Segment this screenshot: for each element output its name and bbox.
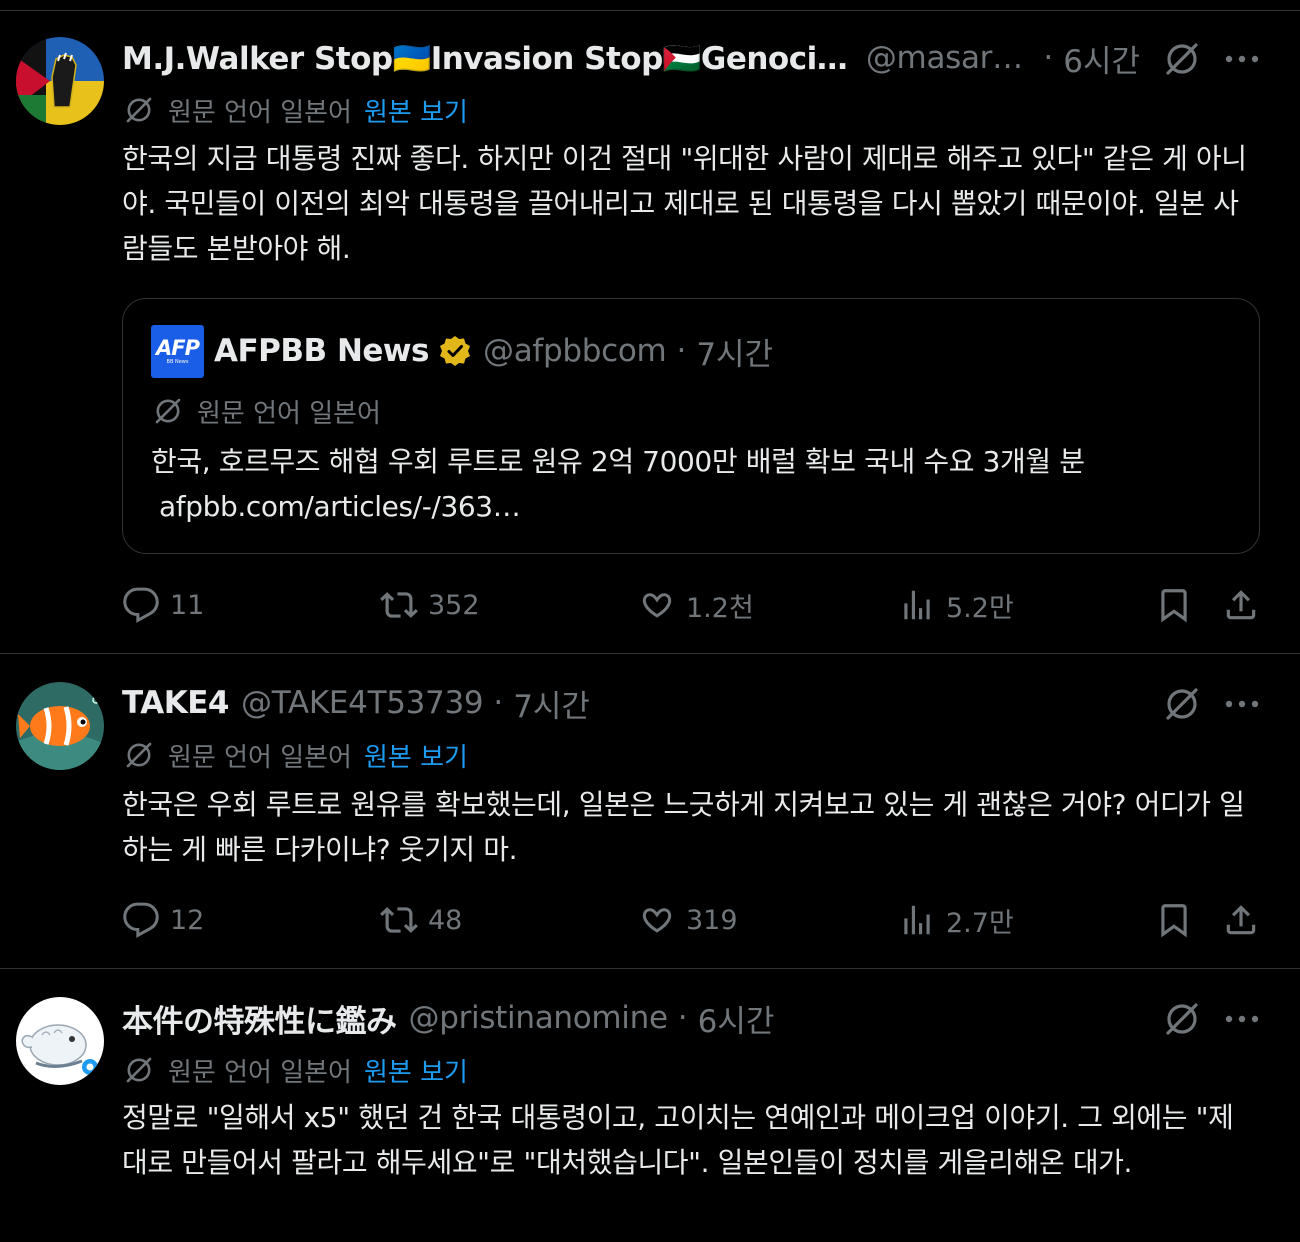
- translate-icon: [126, 1057, 152, 1083]
- show-original-link[interactable]: 원본 보기: [364, 92, 468, 129]
- timestamp[interactable]: 6시간: [698, 996, 775, 1041]
- quote-translation-note: 원문 언어 일본어: [151, 393, 381, 429]
- action-bar: 11 352 1.2천 5.2만: [122, 583, 1262, 627]
- reply-button[interactable]: 12: [122, 898, 204, 942]
- verified-badge-icon: [440, 336, 470, 366]
- avatar[interactable]: [16, 997, 104, 1085]
- tweet-2[interactable]: TAKE4 @TAKE4T53739 · 7시간 원문 언어 일본어 원본 보기…: [0, 655, 1300, 969]
- bookmark-icon: [1161, 589, 1187, 623]
- display-name[interactable]: 本件の特殊性に鑑み: [122, 996, 397, 1041]
- bookmark-icon: [1161, 904, 1187, 938]
- share-button[interactable]: [1219, 898, 1263, 942]
- reply-button[interactable]: 11: [122, 583, 204, 627]
- quote-text: 한국, 호르무즈 해협 우회 루트로 원유 2억 7000만 배럴 확보 국내 …: [151, 439, 1219, 529]
- like-button[interactable]: 1.2천: [638, 583, 754, 627]
- user-handle[interactable]: @TAKE4T53739: [241, 685, 483, 721]
- bookmark-button[interactable]: [1152, 898, 1196, 942]
- translation-label: 원문 언어 일본어: [168, 742, 352, 773]
- like-icon: [642, 593, 672, 618]
- quote-header: AFP BB News AFPBB News @afpbbcom · 7시간: [151, 324, 773, 378]
- tweet-text: 한국의 지금 대통령 진짜 좋다. 하지만 이건 절대 "위대한 사람이 제대로…: [122, 142, 1247, 265]
- repost-button[interactable]: 48: [380, 898, 462, 942]
- translation-note: 원문 언어 일본어 원본 보기: [122, 737, 468, 773]
- separator-dot: ·: [676, 333, 687, 369]
- tweet-text: 한국은 우회 루트로 원유를 확보했는데, 일본은 느긋하게 지켜보고 있는 게…: [122, 788, 1245, 866]
- more-icon[interactable]: [1220, 684, 1264, 724]
- quote-headline: 한국, 호르무즈 해협 우회 루트로 원유 2억 7000만 배럴 확보 국내 …: [151, 445, 1085, 478]
- tweet-text: 정말로 "일해서 x5" 했던 건 한국 대통령이고, 고이치는 연예인과 메이…: [122, 1101, 1234, 1179]
- tweet-header: M.J.Walker Stop🇺🇦Invasion Stop🇵🇸Genocide…: [122, 36, 1140, 81]
- show-original-link[interactable]: 원본 보기: [364, 1052, 468, 1089]
- avatar[interactable]: [16, 37, 104, 125]
- views-button[interactable]: 2.7만: [898, 898, 1014, 942]
- user-handle[interactable]: @masara…: [866, 40, 1034, 76]
- like-icon: [642, 908, 672, 933]
- afp-logo[interactable]: AFP BB News: [151, 324, 204, 378]
- more-icon[interactable]: [1220, 999, 1264, 1039]
- views-icon: [904, 905, 930, 935]
- display-name[interactable]: TAKE4: [122, 685, 229, 721]
- reply-icon: [123, 587, 159, 623]
- quote-timestamp[interactable]: 7시간: [696, 329, 773, 374]
- separator-dot: ·: [493, 685, 504, 721]
- share-button[interactable]: [1219, 583, 1263, 627]
- quote-display-name[interactable]: AFPBB News: [214, 333, 429, 369]
- translation-note: 원문 언어 일본어 원본 보기: [122, 1052, 468, 1088]
- views-icon: [904, 590, 930, 620]
- repost-count: 48: [428, 904, 463, 936]
- bookmark-button[interactable]: [1152, 583, 1196, 627]
- timestamp[interactable]: 6시간: [1063, 36, 1140, 81]
- share-icon: [1226, 590, 1256, 620]
- quoted-tweet[interactable]: AFP BB News AFPBB News @afpbbcom · 7시간 원…: [122, 298, 1260, 554]
- quote-handle[interactable]: @afpbbcom: [483, 333, 666, 369]
- tweet-1[interactable]: M.J.Walker Stop🇺🇦Invasion Stop🇵🇸Genocide…: [0, 11, 1300, 654]
- translate-icon: [126, 742, 152, 768]
- grok-icon[interactable]: [1162, 999, 1202, 1039]
- separator-dot: ·: [677, 1000, 688, 1036]
- action-bar: 12 48 319 2.7만: [122, 898, 1262, 942]
- reply-icon: [123, 902, 159, 938]
- like-button[interactable]: 319: [638, 898, 738, 942]
- translation-label: 원문 언어 일본어: [168, 97, 352, 128]
- quote-translation-label: 원문 언어 일본어: [197, 398, 381, 429]
- show-original-link[interactable]: 원본 보기: [364, 737, 468, 774]
- quote-link[interactable]: afpbb.com/articles/-/363…: [151, 484, 1219, 529]
- avatar[interactable]: [16, 682, 104, 770]
- like-count: 319: [686, 904, 738, 936]
- views-button[interactable]: 5.2만: [898, 583, 1014, 627]
- more-icon[interactable]: [1220, 39, 1264, 79]
- repost-count: 352: [428, 589, 480, 621]
- tweet-3[interactable]: 本件の特殊性に鑑み @pristinanomine · 6시간 원문 언어 일본…: [0, 970, 1300, 1242]
- translation-note: 원문 언어 일본어 원본 보기: [122, 92, 468, 128]
- grok-icon[interactable]: [1162, 684, 1202, 724]
- top-divider: [0, 0, 1300, 11]
- translate-icon: [155, 398, 181, 424]
- tweet-header: TAKE4 @TAKE4T53739 · 7시간: [122, 681, 1200, 726]
- repost-button[interactable]: 352: [380, 583, 480, 627]
- user-handle[interactable]: @pristinanomine: [409, 1000, 668, 1036]
- repost-icon: [380, 592, 418, 618]
- repost-icon: [380, 907, 418, 933]
- views-count: 5.2만: [946, 592, 1014, 624]
- translate-icon: [126, 97, 152, 123]
- separator-dot: ·: [1043, 40, 1054, 76]
- like-count: 1.2천: [686, 592, 754, 624]
- share-icon: [1226, 905, 1256, 935]
- timestamp[interactable]: 7시간: [513, 681, 590, 726]
- display-name[interactable]: M.J.Walker Stop🇺🇦Invasion Stop🇵🇸Genocide…: [122, 40, 854, 77]
- tweet-header: 本件の特殊性に鑑み @pristinanomine · 6시간: [122, 996, 1200, 1041]
- grok-icon[interactable]: [1162, 39, 1202, 79]
- views-count: 2.7만: [946, 907, 1014, 939]
- translation-label: 원문 언어 일본어: [168, 1057, 352, 1088]
- reply-count: 12: [170, 904, 205, 936]
- reply-count: 11: [170, 589, 205, 621]
